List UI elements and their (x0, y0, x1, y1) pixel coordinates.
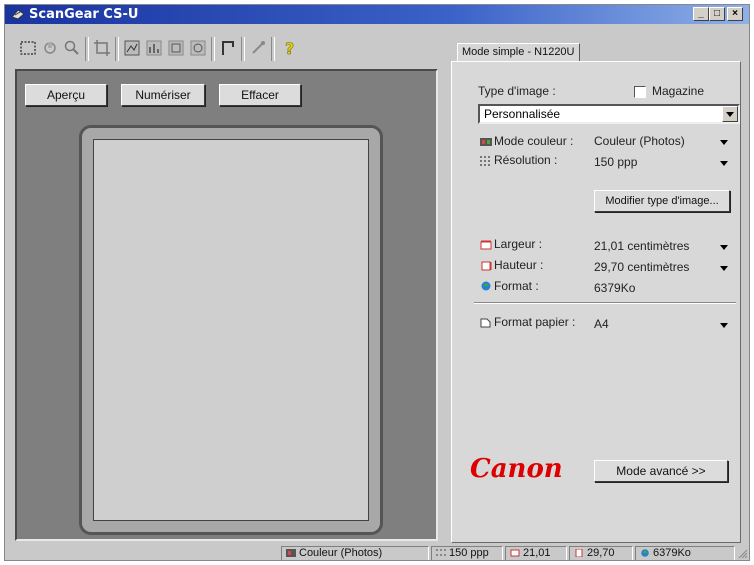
height-icon (481, 261, 492, 271)
resolution-icon (480, 156, 490, 166)
format-value: 6379Ko (594, 281, 636, 295)
file-size-icon (481, 281, 491, 291)
svg-text:?: ? (285, 39, 294, 57)
modify-image-type-button[interactable]: Modifier type d'image... (594, 190, 730, 212)
width-dropdown-icon[interactable] (720, 245, 728, 250)
preview-frame (79, 125, 383, 535)
scangear-window: ScanGear CS-U _ □ × ? Aperçu Numériser E… (4, 4, 750, 561)
status-width-text: 21,01 (523, 547, 551, 559)
status-size: 6379Ko (635, 546, 735, 560)
tab-simple-mode[interactable]: Mode simple - N1220U (457, 43, 580, 62)
color-mode-label: Mode couleur : (494, 134, 574, 148)
paper-size-dropdown-icon[interactable] (720, 323, 728, 328)
status-width-icon (510, 549, 520, 557)
status-height: 29,70 (569, 546, 633, 560)
title-bar[interactable]: ScanGear CS-U _ □ × (5, 5, 749, 24)
preview-area[interactable] (93, 139, 369, 521)
image-adjust-icon[interactable] (123, 39, 141, 57)
tools-icon[interactable] (249, 39, 267, 57)
status-resolution-icon (436, 549, 446, 556)
color-mode-value[interactable]: Couleur (Photos) (594, 134, 685, 148)
height-label: Hauteur : (494, 258, 544, 272)
status-color-icon (286, 549, 296, 557)
image-type-select[interactable]: Personnalisée (478, 104, 740, 124)
color-mode-icon (480, 138, 492, 146)
canon-logo: Canon (470, 454, 563, 484)
clear-button[interactable]: Effacer (219, 84, 301, 106)
auto-crop-icon[interactable] (93, 39, 111, 57)
width-value[interactable]: 21,01 centimètres (594, 239, 689, 253)
simple-mode-page: Type d'image : Magazine Personnalisée Mo… (451, 61, 741, 543)
paper-size-value[interactable]: A4 (594, 317, 609, 331)
resolution-dropdown-icon[interactable] (720, 161, 728, 166)
resolution-label: Résolution : (494, 153, 558, 167)
threshold-icon[interactable] (189, 39, 207, 57)
format-label: Format : (494, 279, 539, 293)
tone-curve-icon[interactable] (167, 39, 185, 57)
window-title: ScanGear CS-U (29, 7, 139, 22)
scanner-icon (11, 9, 25, 20)
zoom-icon[interactable] (63, 39, 81, 57)
image-type-label: Type d'image : (478, 84, 556, 98)
color-mode-dropdown-icon[interactable] (720, 140, 728, 145)
scan-button[interactable]: Numériser (121, 84, 205, 106)
status-size-text: 6379Ko (653, 547, 691, 559)
paper-size-icon (480, 318, 491, 328)
height-value[interactable]: 29,70 centimètres (594, 260, 689, 274)
image-type-value: Personnalisée (484, 107, 561, 121)
resolution-value[interactable]: 150 ppp (594, 155, 637, 169)
status-color-mode: Couleur (Photos) (281, 546, 429, 560)
resize-grip-icon[interactable] (737, 548, 748, 559)
status-size-icon (641, 549, 649, 557)
move-hand-icon[interactable] (41, 39, 59, 57)
width-label: Largeur : (494, 237, 543, 251)
status-width: 21,01 (505, 546, 567, 560)
advanced-mode-button[interactable]: Mode avancé >> (594, 460, 728, 482)
image-type-dropdown-button[interactable] (722, 106, 738, 122)
status-resolution-text: 150 ppp (449, 547, 489, 559)
preview-button[interactable]: Aperçu (25, 84, 107, 106)
status-bar: Couleur (Photos) 150 ppp 21,01 29,70 637… (5, 545, 749, 560)
magazine-label: Magazine (652, 84, 705, 98)
maximize-button[interactable]: □ (709, 7, 725, 21)
status-color-mode-text: Couleur (Photos) (299, 547, 383, 559)
status-height-text: 29,70 (587, 547, 615, 559)
preview-panel: Aperçu Numériser Effacer (15, 69, 438, 541)
status-resolution: 150 ppp (431, 546, 503, 560)
help-icon[interactable]: ? (281, 39, 299, 57)
histogram-icon[interactable] (145, 39, 163, 57)
status-height-icon (575, 549, 583, 557)
minimize-button[interactable]: _ (693, 7, 709, 21)
preferences-icon[interactable] (219, 39, 237, 57)
paper-size-label: Format papier : (494, 315, 576, 329)
settings-panel: Mode simple - N1220U Type d'image : Maga… (445, 31, 745, 543)
height-dropdown-icon[interactable] (720, 266, 728, 271)
close-button[interactable]: × (727, 7, 743, 21)
width-icon (480, 240, 492, 250)
select-area-icon[interactable] (19, 39, 37, 57)
divider (474, 302, 736, 304)
magazine-checkbox[interactable] (634, 86, 646, 98)
